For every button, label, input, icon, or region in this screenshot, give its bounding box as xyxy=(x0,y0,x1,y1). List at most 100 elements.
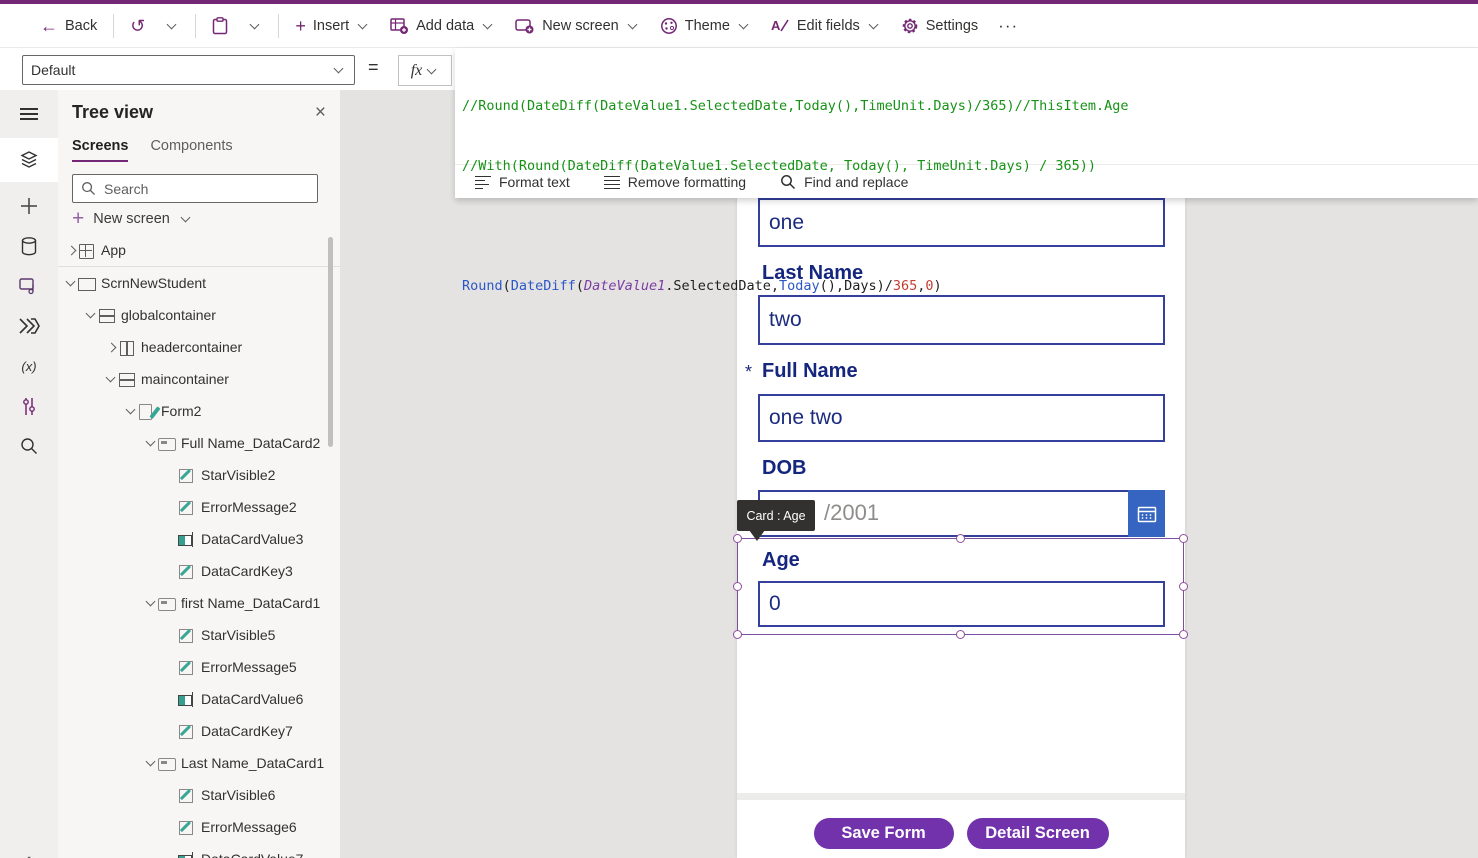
search-input[interactable] xyxy=(104,181,274,197)
paste-dropdown[interactable] xyxy=(238,13,272,39)
tree-item-textinput-control[interactable]: DataCardValue7 xyxy=(58,843,340,858)
chevron-spacer xyxy=(164,788,178,802)
tree-item-datacard[interactable]: first Name_DataCard1 xyxy=(58,587,340,619)
rail-settings-button[interactable] xyxy=(0,842,58,858)
chevron-down-icon xyxy=(425,64,439,78)
chevron-down-icon[interactable] xyxy=(104,372,118,386)
power-automate-nav-button[interactable] xyxy=(0,304,58,348)
tree-item-textinput-control[interactable]: DataCardValue6 xyxy=(58,683,340,715)
token: ) xyxy=(934,278,942,294)
resize-handle[interactable] xyxy=(1179,630,1188,639)
tree-item-container[interactable]: maincontainer xyxy=(58,363,340,395)
tree-item-datacard[interactable]: Last Name_DataCard1 xyxy=(58,747,340,779)
tab-screens[interactable]: Screens xyxy=(72,138,128,162)
chevron-down-icon[interactable] xyxy=(64,276,78,290)
age-input[interactable]: 0 xyxy=(758,581,1165,627)
theme-palette-icon xyxy=(660,17,678,35)
tree-item-datacard[interactable]: Full Name_DataCard2 xyxy=(58,427,340,459)
formula-bar-left: Default = fx xyxy=(0,48,455,90)
chevron-right-icon[interactable] xyxy=(64,243,78,257)
dob-date-input[interactable]: /2001 xyxy=(758,490,1165,537)
hamburger-menu-button[interactable] xyxy=(0,92,58,136)
tree-item-label-control[interactable]: ErrorMessage2 xyxy=(58,491,340,523)
resize-handle[interactable] xyxy=(1179,582,1188,591)
back-button[interactable]: ← Back xyxy=(30,11,107,41)
resize-handle[interactable] xyxy=(733,582,742,591)
chevron-down-icon xyxy=(867,19,881,33)
tree-tabs: Screens Components xyxy=(72,138,233,162)
chevron-down-icon xyxy=(481,19,495,33)
formula-editor-panel: //Round(DateDiff(DateValue1.SelectedDate… xyxy=(455,48,1478,198)
tree-scrollbar[interactable] xyxy=(328,237,333,447)
resize-handle[interactable] xyxy=(733,534,742,543)
back-arrow-icon: ← xyxy=(40,17,58,35)
calendar-button[interactable] xyxy=(1128,490,1165,537)
theme-menu[interactable]: Theme xyxy=(650,11,761,41)
tree-item-label-control[interactable]: StarVisible5 xyxy=(58,619,340,651)
advanced-tools-nav-button[interactable] xyxy=(0,384,58,428)
variables-nav-button[interactable]: (x) xyxy=(0,344,58,388)
clipboard-icon xyxy=(212,17,228,35)
tree-item-screen[interactable]: ScrnNewStudent xyxy=(58,267,340,299)
toolbar-divider xyxy=(278,14,279,38)
tree-item-label-control[interactable]: DataCardKey3 xyxy=(58,555,340,587)
full-name-input[interactable]: one two xyxy=(758,394,1165,442)
formula-code-editor[interactable]: //Round(DateDiff(DateValue1.SelectedDate… xyxy=(455,48,1478,164)
insert-nav-button[interactable] xyxy=(0,184,58,228)
tab-components[interactable]: Components xyxy=(150,138,232,162)
tree-item-label-control[interactable]: StarVisible6 xyxy=(58,779,340,811)
chevron-down-icon[interactable] xyxy=(84,308,98,322)
tree-item-form[interactable]: Form2 xyxy=(58,395,340,427)
tree-item-container[interactable]: headercontainer xyxy=(58,331,340,363)
required-asterisk: * xyxy=(745,362,752,383)
paste-button[interactable] xyxy=(202,11,238,41)
media-nav-button[interactable] xyxy=(0,264,58,308)
tree-item-label-control[interactable]: ErrorMessage6 xyxy=(58,811,340,843)
dob-placeholder: /2001 xyxy=(824,500,879,526)
chevron-down-icon[interactable] xyxy=(144,436,158,450)
tree-item-textinput-control[interactable]: DataCardValue3 xyxy=(58,523,340,555)
resize-handle[interactable] xyxy=(956,630,965,639)
detail-screen-button[interactable]: Detail Screen xyxy=(967,818,1109,849)
tree-search-box[interactable] xyxy=(72,174,318,203)
fx-button[interactable]: fx xyxy=(398,55,452,86)
tree-item-label: Last Name_DataCard1 xyxy=(181,755,324,771)
overflow-menu[interactable]: ··· xyxy=(988,10,1028,42)
new-screen-button[interactable]: + New screen xyxy=(72,208,193,229)
new-screen-menu[interactable]: New screen xyxy=(505,11,650,41)
tree-item-app[interactable]: App xyxy=(58,234,340,266)
equals-sign: = xyxy=(368,57,379,78)
resize-handle[interactable] xyxy=(733,630,742,639)
add-data-menu[interactable]: Add data xyxy=(380,11,505,41)
tree-item-label-control[interactable]: DataCardKey7 xyxy=(58,715,340,747)
close-icon[interactable]: × xyxy=(315,103,326,122)
resize-handle[interactable] xyxy=(1179,534,1188,543)
text-input-control-icon xyxy=(178,531,195,548)
search-nav-button[interactable] xyxy=(0,424,58,468)
undo-button[interactable]: ↺ xyxy=(120,11,155,41)
tree-item-label-control[interactable]: ErrorMessage5 xyxy=(58,651,340,683)
settings-button[interactable]: Settings xyxy=(891,11,988,41)
gear-icon xyxy=(901,17,919,35)
property-selector[interactable]: Default xyxy=(22,55,355,85)
chevron-right-icon[interactable] xyxy=(104,340,118,354)
undo-dropdown[interactable] xyxy=(155,13,189,39)
tree-item-label-control[interactable]: StarVisible2 xyxy=(58,459,340,491)
insert-label: Insert xyxy=(313,18,349,34)
data-nav-button[interactable] xyxy=(0,224,58,268)
tree-item-container[interactable]: globalcontainer xyxy=(58,299,340,331)
chevron-down-icon[interactable] xyxy=(144,596,158,610)
save-form-button[interactable]: Save Form xyxy=(814,818,954,849)
datacard-icon xyxy=(158,595,175,612)
edit-fields-menu[interactable]: A Edit fields xyxy=(761,11,891,41)
chevron-down-icon[interactable] xyxy=(144,756,158,770)
chevron-down-icon[interactable] xyxy=(124,404,138,418)
insert-menu[interactable]: + Insert xyxy=(285,11,380,41)
label-control-icon xyxy=(178,659,195,676)
datacard-icon xyxy=(158,435,175,452)
tree-view-nav-button[interactable] xyxy=(0,138,58,182)
age-value: 0 xyxy=(769,592,781,616)
tree-item-label: DataCardKey7 xyxy=(201,723,293,739)
tree-item-label: first Name_DataCard1 xyxy=(181,595,320,611)
plus-icon: + xyxy=(72,208,84,229)
